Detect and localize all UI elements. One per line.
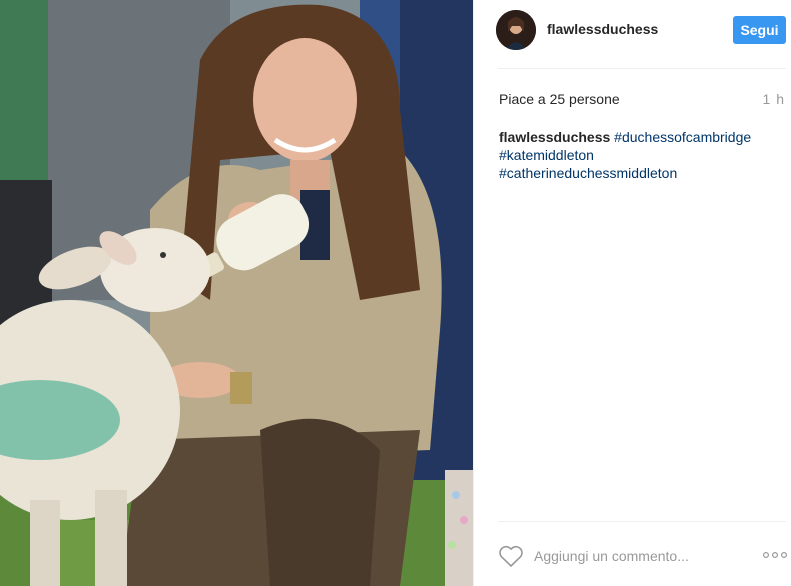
heart-outline-icon[interactable] [498, 544, 524, 568]
avatar[interactable] [496, 10, 536, 50]
likes-count[interactable]: Piace a 25 persone [499, 91, 620, 107]
hashtag-link[interactable]: #katemiddleton [499, 147, 594, 163]
post-photo[interactable] [0, 0, 473, 586]
post-photo-illustration [0, 0, 473, 586]
hashtag-link[interactable]: #duchessofcambridge [614, 129, 751, 145]
actions-divider [498, 521, 786, 522]
post-caption: flawlessduchess #duchessofcambridge #kat… [499, 128, 784, 182]
caption-username[interactable]: flawlessduchess [499, 129, 610, 145]
follow-button[interactable]: Segui [733, 16, 786, 44]
hashtag-link[interactable]: #catherineduchessmiddleton [499, 165, 677, 181]
username-link[interactable]: flawlessduchess [547, 21, 658, 37]
post-time[interactable]: 1 h [763, 91, 785, 107]
more-options-icon[interactable] [762, 548, 788, 562]
comment-input[interactable] [534, 546, 734, 566]
avatar-image [496, 10, 536, 50]
header-divider [498, 68, 786, 69]
post-header: flawlessduchess Segui [474, 0, 791, 69]
post-sidebar: flawlessduchess Segui Piace a 25 persone… [473, 0, 791, 586]
